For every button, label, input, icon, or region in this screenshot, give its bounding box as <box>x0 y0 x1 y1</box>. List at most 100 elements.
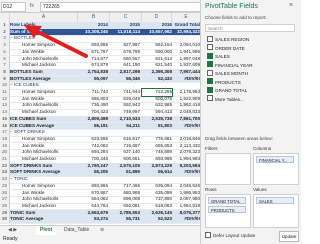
value-cell[interactable]: 2,087,980 <box>172 196 200 203</box>
select-all-corner[interactable] <box>0 13 10 22</box>
add-sheet-icon[interactable]: ⊕ <box>96 226 108 235</box>
defer-checkbox[interactable] <box>205 232 211 238</box>
value-cell[interactable]: #DIV/0! <box>172 169 200 176</box>
row-label-cell[interactable]: Homer Simpson <box>10 136 78 143</box>
row-number[interactable]: 26 <box>0 189 10 196</box>
value-cell[interactable]: 2,113,432 <box>172 143 200 150</box>
value-cell[interactable]: 1,986,953 <box>172 190 200 197</box>
columns-zone[interactable]: FINANCIAL Y... <box>253 153 299 185</box>
value-cell[interactable]: 7,967,444 <box>172 69 200 76</box>
value-cell[interactable]: 694,284 <box>78 149 108 156</box>
value-cell[interactable]: 722,265 <box>141 88 173 97</box>
row-number[interactable]: 12 <box>0 95 10 103</box>
row-number[interactable]: 13 <box>0 102 10 109</box>
value-cell[interactable]: 741,944 <box>110 89 140 96</box>
tab-scroll-left-icon[interactable]: ◀ ▶ <box>4 226 21 235</box>
row-label-cell[interactable]: Michael Jackson <box>10 62 78 69</box>
row-label-cell[interactable]: Michael Jackson <box>10 203 78 210</box>
value-cell[interactable]: 632,985 <box>142 102 172 109</box>
value-cell[interactable]: 55,731 <box>110 216 140 223</box>
value-cell[interactable]: 2,078,323 <box>172 149 200 156</box>
value-cell[interactable]: 52,433 <box>142 76 172 83</box>
value-cell[interactable]: 1,922,909 <box>172 96 200 103</box>
row-number[interactable]: 15 <box>0 115 10 123</box>
row-label-cell[interactable]: SOFT DRINKS Average <box>10 169 78 176</box>
field-item[interactable]: SALES REGION <box>207 35 249 43</box>
value-cell[interactable]: 2,539,738 <box>142 116 172 123</box>
row-label-cell[interactable]: John Michaelsolls <box>10 149 78 156</box>
close-icon[interactable]: × <box>289 2 293 9</box>
row-number[interactable]: 3 <box>0 35 10 42</box>
value-cell[interactable]: 717,466 <box>110 183 140 190</box>
value-cell[interactable]: 737,890 <box>142 196 172 203</box>
row-label-cell[interactable]: Homer Simpson <box>10 183 78 190</box>
value-cell[interactable]: 700,346 <box>78 156 108 163</box>
value-cell[interactable]: 51,899 <box>110 169 140 176</box>
row-number[interactable]: 6 <box>0 55 10 62</box>
field-checkbox[interactable] <box>207 44 213 51</box>
value-cell[interactable]: 2,570,105 <box>110 163 140 170</box>
value-cell[interactable]: 711,744 <box>78 89 108 96</box>
column-header-e[interactable]: E <box>172 13 201 22</box>
value-cell[interactable]: 10,657,962 <box>142 29 172 36</box>
value-cell[interactable]: 2016 <box>142 22 172 29</box>
field-item[interactable]: More Tables... <box>207 95 244 103</box>
row-number[interactable]: 17 <box>0 129 10 136</box>
values-zone[interactable]: SALES <box>253 194 299 228</box>
value-cell[interactable]: 746,899 <box>142 149 172 156</box>
row-number[interactable]: 16 <box>0 122 10 129</box>
value-cell[interactable]: Grand Total <box>172 22 200 29</box>
row-label-cell[interactable]: BOTTLES Average <box>10 76 78 83</box>
value-cell[interactable]: 637,140 <box>110 149 140 156</box>
value-cell[interactable]: 32,984,322 <box>172 29 200 36</box>
fx-icon[interactable]: fx <box>30 2 34 10</box>
value-cell[interactable]: 594,413 <box>142 109 172 116</box>
value-cell[interactable]: 2,663,679 <box>78 210 108 217</box>
value-cell[interactable]: 52,523 <box>142 216 172 223</box>
value-cell[interactable]: 641,190 <box>110 62 140 69</box>
value-cell[interactable]: 2,046,526 <box>172 183 200 190</box>
value-cell[interactable]: 715,697 <box>110 143 140 150</box>
name-box[interactable]: D12 <box>1 2 26 12</box>
value-cell[interactable]: 621,614 <box>142 56 172 63</box>
value-cell[interactable]: 660,557 <box>110 56 140 63</box>
row-label-cell[interactable]: Michael Jackson <box>10 109 78 116</box>
update-button[interactable]: Update <box>279 231 299 242</box>
rows-field-pill[interactable]: GRAND TOTAL <box>208 197 246 204</box>
value-cell[interactable]: 55,205 <box>78 169 108 176</box>
columns-field-pill[interactable]: FINANCIAL Y... <box>256 156 294 163</box>
value-cell[interactable]: 2,175,953 <box>172 89 200 96</box>
row-number[interactable]: 29 <box>0 209 10 217</box>
field-item[interactable]: FINANCIAL YEAR <box>207 61 253 69</box>
value-cell[interactable]: 644,764 <box>78 203 108 210</box>
value-cell[interactable]: 621,540 <box>142 62 172 69</box>
column-header-c[interactable]: C <box>110 13 142 22</box>
row-number[interactable]: 8 <box>0 68 10 76</box>
field-search-input[interactable]: Search <box>205 24 295 32</box>
row-label-cell[interactable]: John Michaelsolls <box>10 196 78 203</box>
value-cell[interactable]: 679,799 <box>110 49 140 56</box>
value-cell[interactable]: 7,861,700 <box>172 116 200 123</box>
value-cell[interactable]: 654,082 <box>78 196 108 203</box>
value-cell[interactable]: 827,997 <box>110 42 140 49</box>
value-cell[interactable]: 590,000 <box>142 49 172 56</box>
row-number[interactable]: 23 <box>0 169 10 176</box>
row-label-cell[interactable]: − TONIC <box>10 176 78 183</box>
row-number[interactable]: 1 <box>0 22 10 29</box>
tab-data-table[interactable]: Data_Table <box>60 226 93 235</box>
row-number[interactable]: 5 <box>0 48 10 56</box>
row-label-cell[interactable]: TONIC Average <box>10 216 78 223</box>
value-cell[interactable]: 2,084,010 <box>172 42 200 49</box>
row-number[interactable]: 25 <box>0 182 10 190</box>
row-number[interactable]: 7 <box>0 62 10 69</box>
row-label-cell[interactable]: Jan Winkle <box>10 96 78 103</box>
row-number[interactable]: 19 <box>0 142 10 150</box>
value-cell[interactable]: 55,097 <box>78 76 108 83</box>
value-cell[interactable]: 8,203,594 <box>172 163 200 170</box>
row-number[interactable]: 30 <box>0 216 10 223</box>
row-label-cell[interactable]: Homer Simpson <box>10 89 78 96</box>
value-cell[interactable]: 2,016,846 <box>172 136 200 143</box>
value-cell[interactable]: 736,490 <box>78 102 108 109</box>
row-label-cell[interactable]: Jan Winkle <box>10 143 78 150</box>
column-header-a[interactable]: A <box>10 13 78 22</box>
